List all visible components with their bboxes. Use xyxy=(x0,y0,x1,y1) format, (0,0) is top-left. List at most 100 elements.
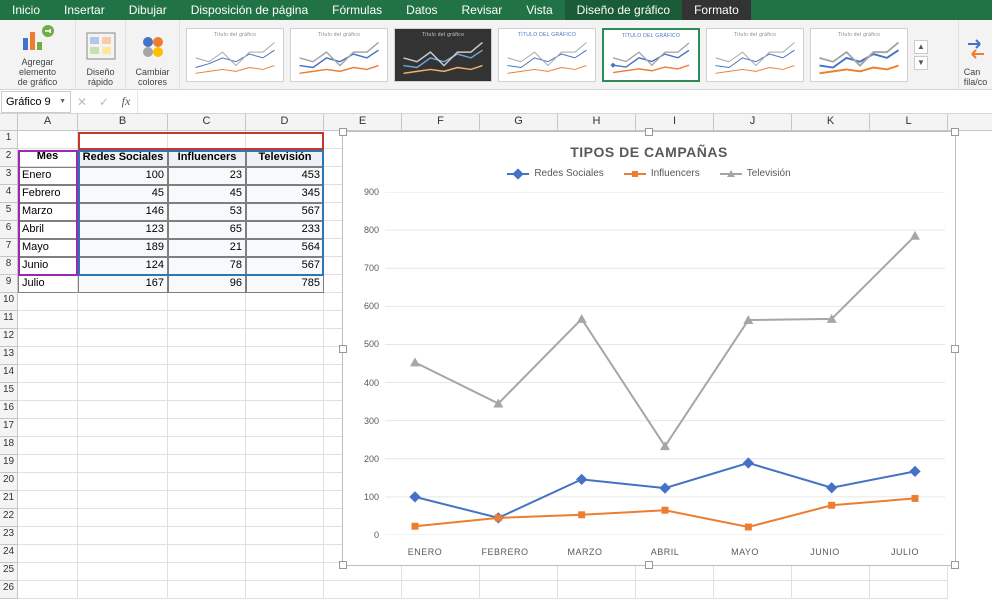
cell[interactable] xyxy=(246,347,324,365)
cell[interactable] xyxy=(18,131,78,149)
cell[interactable]: 233 xyxy=(246,221,324,239)
cell[interactable]: 345 xyxy=(246,185,324,203)
cancel-button[interactable]: ✕ xyxy=(71,95,93,109)
row-header[interactable]: 21 xyxy=(0,491,18,509)
cell[interactable]: 453 xyxy=(246,167,324,185)
cell[interactable]: Abril xyxy=(18,221,78,239)
tab-inicio[interactable]: Inicio xyxy=(0,0,52,20)
cell[interactable] xyxy=(246,581,324,599)
tab-formulas[interactable]: Fórmulas xyxy=(320,0,394,20)
cell[interactable]: 123 xyxy=(78,221,168,239)
cell[interactable] xyxy=(168,509,246,527)
cell[interactable] xyxy=(168,131,246,149)
cell[interactable] xyxy=(246,437,324,455)
row-header[interactable]: 18 xyxy=(0,437,18,455)
cell[interactable] xyxy=(168,545,246,563)
cell[interactable]: 23 xyxy=(168,167,246,185)
row-header[interactable]: 2 xyxy=(0,149,18,167)
legend-item[interactable]: Redes Sociales xyxy=(507,168,603,179)
col-header-L[interactable]: L xyxy=(870,114,948,130)
col-header-A[interactable]: A xyxy=(18,114,78,130)
row-header[interactable]: 12 xyxy=(0,329,18,347)
cell[interactable]: 124 xyxy=(78,257,168,275)
cell[interactable] xyxy=(168,473,246,491)
tab-formato[interactable]: Formato xyxy=(682,0,751,20)
cell[interactable] xyxy=(246,491,324,509)
cell[interactable] xyxy=(246,527,324,545)
cell[interactable] xyxy=(168,491,246,509)
tab-disposicion[interactable]: Disposición de página xyxy=(179,0,320,20)
legend-item[interactable]: Televisión xyxy=(720,168,791,179)
cell[interactable]: 567 xyxy=(246,203,324,221)
cell[interactable] xyxy=(480,581,558,599)
cell[interactable]: 45 xyxy=(78,185,168,203)
switch-row-col-button[interactable]: Can fila/co xyxy=(958,20,992,89)
cell[interactable] xyxy=(168,419,246,437)
name-box[interactable]: Gráfico 9 ▼ xyxy=(1,91,71,113)
cell[interactable]: Julio xyxy=(18,275,78,293)
cell[interactable] xyxy=(18,527,78,545)
cell[interactable]: Televisión xyxy=(246,149,324,167)
cell[interactable] xyxy=(636,581,714,599)
cell[interactable] xyxy=(168,365,246,383)
cell[interactable]: 100 xyxy=(78,167,168,185)
resize-handle[interactable] xyxy=(951,345,959,353)
cell[interactable] xyxy=(246,401,324,419)
cell[interactable] xyxy=(168,563,246,581)
cell[interactable]: 564 xyxy=(246,239,324,257)
resize-handle[interactable] xyxy=(951,561,959,569)
cell[interactable]: 45 xyxy=(168,185,246,203)
row-header[interactable]: 8 xyxy=(0,257,18,275)
cell[interactable] xyxy=(78,419,168,437)
cell[interactable] xyxy=(78,329,168,347)
chart-style-6[interactable]: Título del gráfico xyxy=(706,28,804,82)
row-header[interactable]: 25 xyxy=(0,563,18,581)
cell[interactable] xyxy=(78,491,168,509)
cell[interactable]: 189 xyxy=(78,239,168,257)
cell[interactable] xyxy=(324,581,402,599)
resize-handle[interactable] xyxy=(951,128,959,136)
tab-insertar[interactable]: Insertar xyxy=(52,0,117,20)
row-header[interactable]: 16 xyxy=(0,401,18,419)
cell[interactable] xyxy=(168,527,246,545)
cell[interactable]: 21 xyxy=(168,239,246,257)
row-header[interactable]: 19 xyxy=(0,455,18,473)
quick-layout-button[interactable]: Diseño rápido xyxy=(76,20,126,89)
cell[interactable]: Marzo xyxy=(18,203,78,221)
cell[interactable] xyxy=(18,473,78,491)
cell[interactable] xyxy=(246,455,324,473)
cell[interactable] xyxy=(78,473,168,491)
cell[interactable] xyxy=(246,419,324,437)
cell[interactable]: 146 xyxy=(78,203,168,221)
col-header-C[interactable]: C xyxy=(168,114,246,130)
cell[interactable] xyxy=(78,545,168,563)
tab-revisar[interactable]: Revisar xyxy=(450,0,515,20)
col-header-B[interactable]: B xyxy=(78,114,168,130)
row-header[interactable]: 10 xyxy=(0,293,18,311)
chart-style-2[interactable]: Título del gráfico xyxy=(290,28,388,82)
cell[interactable]: 65 xyxy=(168,221,246,239)
cell[interactable] xyxy=(18,545,78,563)
cell[interactable]: Febrero xyxy=(18,185,78,203)
row-header[interactable]: 6 xyxy=(0,221,18,239)
cell[interactable] xyxy=(78,437,168,455)
resize-handle[interactable] xyxy=(339,561,347,569)
cell[interactable] xyxy=(168,401,246,419)
tab-datos[interactable]: Datos xyxy=(394,0,449,20)
cell[interactable] xyxy=(18,311,78,329)
resize-handle[interactable] xyxy=(339,345,347,353)
cell[interactable] xyxy=(78,365,168,383)
cell[interactable] xyxy=(18,419,78,437)
cell[interactable] xyxy=(78,401,168,419)
tab-dibujar[interactable]: Dibujar xyxy=(117,0,179,20)
cell[interactable] xyxy=(18,293,78,311)
chart-object[interactable]: TIPOS DE CAMPAÑAS Redes Sociales Influen… xyxy=(342,131,956,566)
cell[interactable] xyxy=(246,473,324,491)
chart-style-5[interactable]: TÍTULO DEL GRÁFICO xyxy=(602,28,700,82)
cell[interactable] xyxy=(168,581,246,599)
plot-area[interactable] xyxy=(385,192,945,535)
row-header[interactable]: 17 xyxy=(0,419,18,437)
row-header[interactable]: 11 xyxy=(0,311,18,329)
cell[interactable]: Mayo xyxy=(18,239,78,257)
cell[interactable]: 78 xyxy=(168,257,246,275)
